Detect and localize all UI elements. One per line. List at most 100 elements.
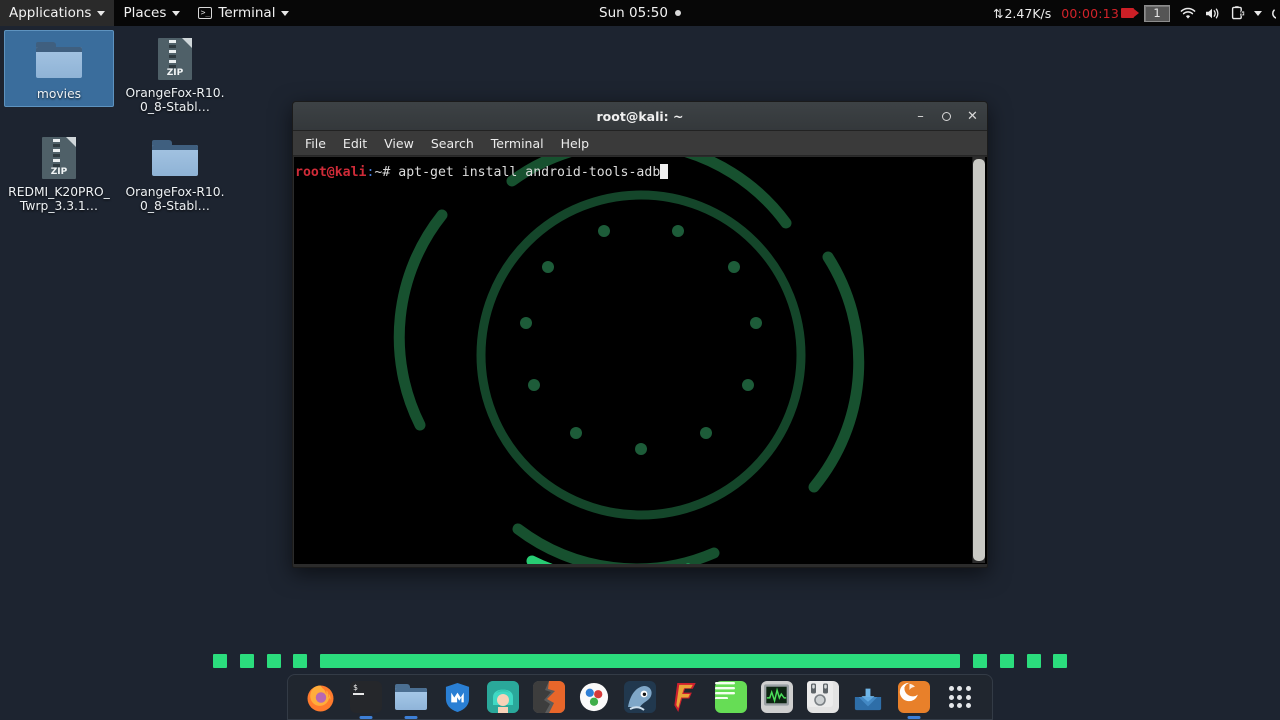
dock-item-faraday[interactable] [668,679,704,715]
dock-item-burpsuite[interactable] [531,679,567,715]
dock-item-files[interactable] [393,679,429,719]
battery-charging-icon[interactable] [1231,6,1245,20]
terminal-command-text: apt-get install android-tools-adb [398,165,661,180]
loading-bar-segment [240,654,254,668]
menu-item-edit[interactable]: Edit [335,133,375,154]
desktop-icon-orangefox-folder[interactable]: OrangeFox-R10.0_8-Stabl… [120,129,230,218]
menu-terminal-label: Terminal [218,5,276,21]
zip-file-icon: ZIP [152,37,198,81]
recording-timer-label: 00:00:13 [1061,5,1119,21]
network-speed-label: 2.47K/s [1004,5,1052,21]
avatar-icon [486,681,519,713]
dock-item-firefox[interactable] [302,679,338,715]
desktop-icon-movies[interactable]: movies [4,30,114,108]
terminal-icon: >_ [198,7,213,19]
device-tool-icon [806,681,839,713]
maximize-button[interactable] [942,112,951,121]
app-grid-icon [948,686,971,708]
menu-item-help[interactable]: Help [553,133,598,154]
wireshark-icon [623,681,656,713]
clock-label: Sun 05:50 [599,5,668,21]
loading-bar-segment [1000,654,1014,668]
text-editor-icon [715,681,748,713]
terminal-output[interactable]: root@kali:~# apt-get install android-too… [294,157,987,182]
loading-bar-segment [267,654,281,668]
power-icon[interactable] [1271,7,1276,20]
metasploit-shield-icon [445,682,469,712]
terminal-wallpaper [294,157,987,564]
network-arrows-icon: ⇅ [993,5,1004,21]
chevron-down-icon[interactable] [1254,10,1262,16]
svg-text:$: $ [353,683,358,692]
menu-applications[interactable]: Applications [0,0,115,26]
browser-icon [898,681,931,713]
loading-bar-segment [213,654,227,668]
close-button[interactable]: ✕ [966,110,979,123]
loading-progress-bar [0,654,1280,668]
terminal-menubar: File Edit View Search Terminal Help [293,131,987,156]
network-speed-indicator: ⇅ 2.47K/s [993,6,1051,21]
firefox-icon [307,684,333,711]
desktop-icon-label: OrangeFox-R10.0_8-Stabl… [125,86,225,115]
menu-item-view[interactable]: View [376,133,422,154]
terminal-icon: $ [349,681,382,713]
running-indicator [359,716,373,719]
download-arrow-icon [855,688,882,711]
color-circles-icon [580,682,609,712]
dock-item-color-picker[interactable] [576,679,612,715]
workspace-indicator[interactable]: 1 [1144,4,1170,22]
scrollbar-thumb[interactable] [973,159,985,561]
dock-item-system-monitor[interactable] [759,679,795,715]
desktop-icon-label: OrangeFox-R10.0_8-Stabl… [125,185,225,214]
menu-terminal-app[interactable]: >_ Terminal [189,0,298,26]
terminal-cursor [660,164,669,179]
desktop-icon-orangefox-zip[interactable]: ZIP OrangeFox-R10.0_8-Stabl… [120,30,230,119]
dock-item-browser-orange[interactable] [896,679,932,719]
dock-item-device-tool[interactable] [805,679,841,715]
terminal-scrollbar[interactable] [972,157,985,563]
dock-item-download-manager[interactable] [850,679,886,715]
dock-item-show-applications[interactable] [942,679,978,715]
minimize-button[interactable]: – [914,110,927,123]
faraday-f-icon [674,682,696,712]
top-panel: Applications Places >_ Terminal Sun 05:5… [0,0,1280,26]
terminal-title-label: root@kali: ~ [596,108,684,124]
dock-item-text-editor[interactable] [713,679,749,715]
loading-bar-segment [1053,654,1067,668]
terminal-window[interactable]: root@kali: ~ – ✕ File Edit View Search T… [292,101,988,568]
system-monitor-icon [761,681,794,713]
chevron-down-icon [281,10,290,16]
folder-icon [36,38,82,82]
zip-badge-label: ZIP [50,167,68,177]
dock-item-avatar-app[interactable] [485,679,521,715]
running-indicator [907,716,921,719]
terminal-prompt-path: ~# [374,165,399,180]
terminal-prompt-user: root@kali [295,165,367,180]
wifi-icon[interactable] [1180,7,1196,20]
panel-status-area: ⇅ 2.47K/s 00:00:13 1 [993,0,1280,26]
menu-item-terminal[interactable]: Terminal [483,133,552,154]
window-controls: – ✕ [914,102,979,131]
menu-item-file[interactable]: File [297,133,334,154]
dock-item-metasploit[interactable] [439,679,475,715]
zip-file-icon: ZIP [36,136,82,180]
notification-dot-icon [674,10,681,16]
system-tray [1180,6,1276,20]
loading-bar-segment [320,654,960,668]
loading-bar-segment [973,654,987,668]
chevron-down-icon [97,10,106,16]
terminal-titlebar[interactable]: root@kali: ~ – ✕ [293,102,987,131]
loading-bar-segment [1027,654,1041,668]
dock-item-terminal[interactable]: $ [348,679,384,719]
desktop-icon-redmi-twrp-zip[interactable]: ZIP REDMI_K20PRO_Twrp_3.3.1… [4,129,114,218]
menu-item-search[interactable]: Search [423,133,482,154]
recording-timer[interactable]: 00:00:13 [1061,5,1139,21]
dock-item-wireshark[interactable] [622,679,658,715]
running-indicator [404,716,418,719]
volume-icon[interactable] [1205,7,1222,20]
terminal-body[interactable]: root@kali:~# apt-get install android-too… [294,157,987,564]
folder-icon [152,136,198,180]
chevron-down-icon [172,10,181,16]
menu-places-label: Places [123,5,167,21]
menu-places[interactable]: Places [114,0,189,26]
